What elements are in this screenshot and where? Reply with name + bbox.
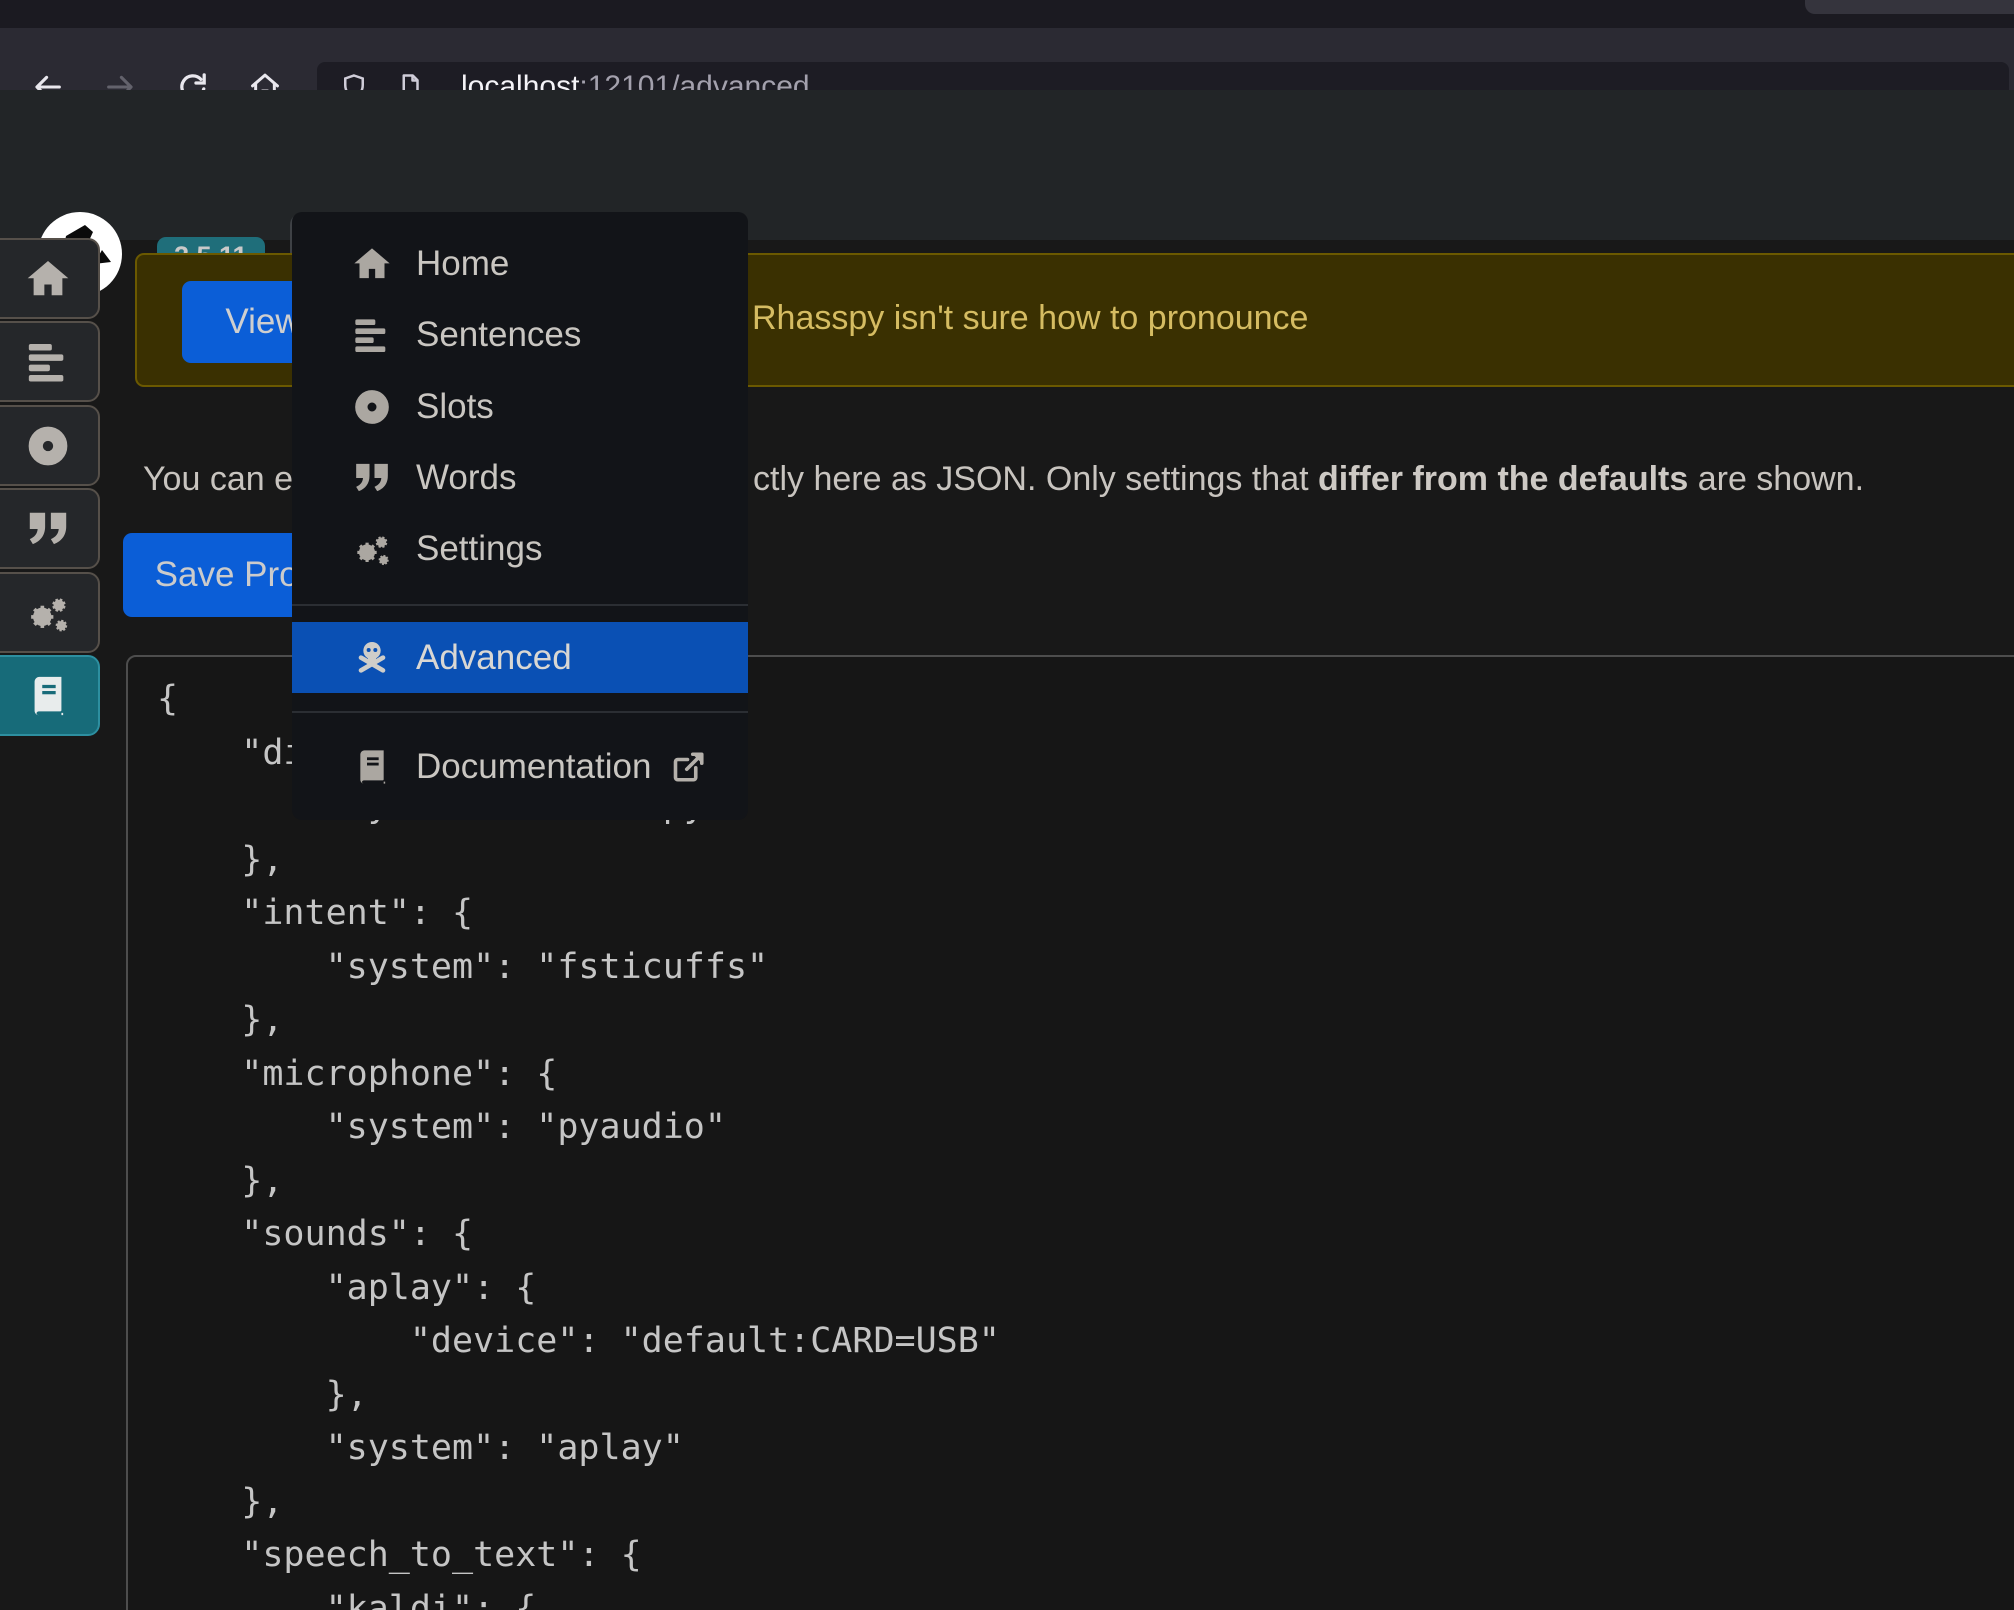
menu-item-label: Documentation [416, 747, 651, 787]
menu-item-documentation[interactable]: Documentation [292, 731, 748, 802]
sidebar-item-advanced[interactable] [0, 655, 100, 736]
menu-divider [292, 604, 748, 606]
menu-item-settings[interactable]: Settings [292, 513, 748, 584]
view-button-label: View [225, 302, 300, 342]
record-icon [350, 387, 394, 427]
external-link-icon [671, 749, 707, 785]
menu-item-slots[interactable]: Slots [292, 371, 748, 442]
profile-note-end: ctly here as JSON. Only settings that di… [753, 460, 1864, 499]
align-left-icon [0, 339, 98, 385]
quote-icon [0, 506, 98, 552]
sidebar-item-home[interactable] [0, 238, 100, 319]
rhasspy-advanced-page: localhost:12101/advanced 2.5.11 Advanced… [0, 0, 2014, 1610]
page-dropdown-menu: Home Sentences Slots Words Settings Adva… [292, 212, 748, 820]
profile-note-tail: are shown. [1688, 460, 1864, 498]
menu-item-words[interactable]: Words [292, 442, 748, 513]
sidebar-item-words[interactable] [0, 488, 100, 569]
browser-tab-fragment[interactable] [1805, 0, 2014, 14]
window-title-strip [0, 0, 2014, 28]
menu-item-home[interactable]: Home [292, 228, 748, 299]
book-icon [0, 673, 98, 719]
book-icon [350, 747, 394, 787]
menu-item-label: Slots [416, 387, 494, 427]
cogs-icon [350, 529, 394, 569]
quote-icon [350, 458, 394, 498]
profile-note-mid: ctly here as JSON. Only settings that [753, 460, 1318, 498]
menu-item-label: Sentences [416, 315, 581, 355]
home-icon [350, 244, 394, 284]
menu-item-advanced[interactable]: Advanced [292, 622, 748, 693]
menu-item-label: Words [416, 458, 517, 498]
menu-item-label: Settings [416, 529, 542, 569]
profile-note-bold: differ from the defaults [1318, 460, 1688, 498]
home-icon [0, 256, 98, 302]
record-icon [0, 423, 98, 469]
skull-crossbones-icon [350, 638, 394, 678]
menu-divider [292, 711, 748, 713]
sidebar-item-sentences[interactable] [0, 321, 100, 402]
sidebar-item-settings[interactable] [0, 572, 100, 653]
profile-note-start: You can e [143, 460, 293, 498]
sidebar-item-slots[interactable] [0, 405, 100, 486]
menu-item-label: Home [416, 244, 509, 284]
menu-item-sentences[interactable]: Sentences [292, 299, 748, 370]
warning-message: Rhasspy isn't sure how to pronounce [752, 299, 1308, 338]
align-left-icon [350, 315, 394, 355]
browser-toolbar: localhost:12101/advanced [0, 28, 2014, 90]
menu-item-label: Advanced [416, 638, 572, 678]
cogs-icon [0, 590, 98, 636]
